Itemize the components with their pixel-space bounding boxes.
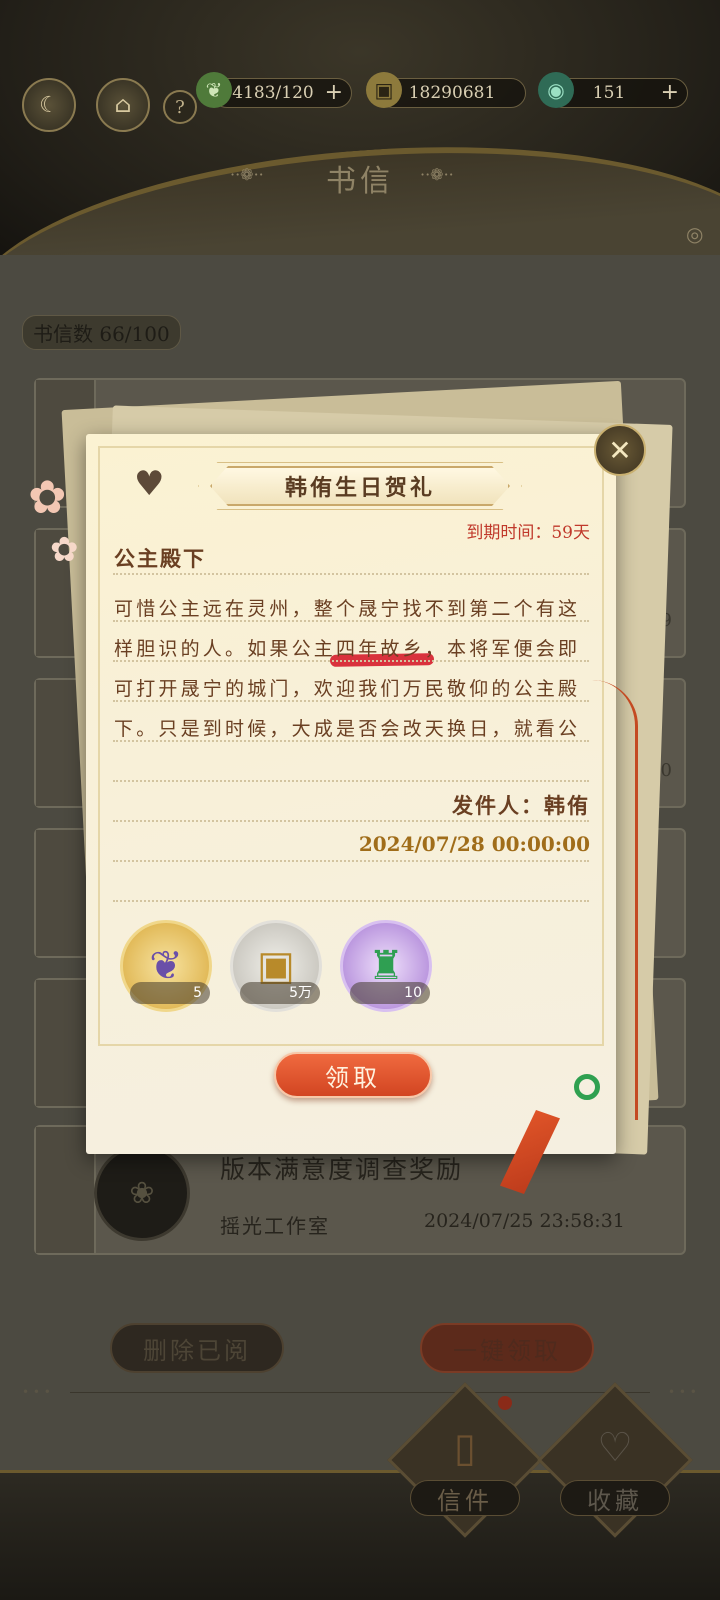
letter-door-icon: ▯ xyxy=(453,1425,476,1471)
jade-ring-icon xyxy=(574,1074,600,1100)
title-ornament-right-icon: ··❁·· xyxy=(420,165,454,184)
claim-all-button[interactable]: 一键领取 xyxy=(420,1323,594,1373)
letter-body-line: 下。只是到时候，大成是否会改天换日，就看公 xyxy=(114,718,581,740)
plum-blossom-icon: ✿ xyxy=(28,470,67,524)
tab-letters-label[interactable]: 信件 xyxy=(410,1480,520,1516)
palace-icon: ⌂ xyxy=(114,92,132,118)
notification-dot xyxy=(498,1396,512,1410)
ruled-line xyxy=(113,700,589,702)
letter-body-line: 可打开晟宁的城门，欢迎我们万民敬仰的公主殿 xyxy=(114,678,581,700)
reward-quantity: 10 xyxy=(350,982,430,1004)
moon-menu-button[interactable]: ☾ xyxy=(22,78,76,132)
divider xyxy=(70,1392,650,1393)
list-item-date: 2024/07/25 23:58:31 xyxy=(424,1210,625,1232)
coin-value: 18290681 xyxy=(408,83,496,103)
ruled-line xyxy=(113,660,589,662)
wax-seal-icon: ❀ xyxy=(94,1145,190,1241)
reward-quantity: 5 xyxy=(130,982,210,1004)
list-item-number: 0 xyxy=(660,760,672,781)
close-button[interactable]: ✕ xyxy=(594,424,646,476)
letter-body-line: 样胆识的人。如果公主四年故乡，本将军便会即 xyxy=(114,638,581,660)
copper-coin-icon: ▣ xyxy=(366,72,402,108)
divider-dots-icon: • • • xyxy=(22,1385,51,1399)
ruled-line xyxy=(113,740,589,742)
leaf-icon: ❦ xyxy=(196,72,232,108)
list-item-title: 版本满意度调查奖励 xyxy=(220,1155,464,1184)
list-item-sender: 摇光工作室 xyxy=(220,1214,330,1238)
tab-favorites-label[interactable]: 收藏 xyxy=(560,1480,670,1516)
stamina-resource: 4183/120 + xyxy=(212,78,352,108)
claim-button[interactable]: 领取 xyxy=(274,1052,432,1098)
stamina-add-button[interactable]: + xyxy=(325,80,343,105)
letter-sender: 发件人：韩侑 xyxy=(452,793,590,818)
tassel-cord xyxy=(592,680,638,1120)
heart-door-icon: ♡ xyxy=(597,1425,633,1471)
letter-body-line: 可惜公主远在灵州，整个晟宁找不到第二个有这 xyxy=(114,598,581,620)
letter-title: 韩侑生日贺礼 xyxy=(210,466,510,506)
page-title: 书信 xyxy=(326,164,394,199)
help-button[interactable]: ? xyxy=(163,90,197,124)
ruled-line xyxy=(113,620,589,622)
jade-value: 151 xyxy=(592,83,626,103)
delete-read-button[interactable]: 删除已阅 xyxy=(110,1323,284,1373)
ruled-line xyxy=(113,860,589,862)
ruled-line xyxy=(113,573,589,575)
settings-ring-icon[interactable]: ◎ xyxy=(686,222,703,246)
ruled-line xyxy=(113,900,589,902)
letter-salutation: 公主殿下 xyxy=(114,546,206,571)
expire-time: 到期时间：59天 xyxy=(466,523,590,543)
ruled-line xyxy=(113,820,589,822)
jade-add-button[interactable]: + xyxy=(661,80,679,105)
ruled-line xyxy=(113,780,589,782)
favorite-heart-icon[interactable]: ♥ xyxy=(134,464,164,504)
letter-date: 2024/07/28 00:00:00 xyxy=(358,832,590,856)
letter-count: 书信数 66/100 xyxy=(22,315,181,350)
close-icon: ✕ xyxy=(608,433,632,467)
moon-icon: ☾ xyxy=(39,92,59,118)
plum-blossom-icon: ✿ xyxy=(50,530,79,570)
jade-gem-icon: ◉ xyxy=(538,72,574,108)
divider-dots-icon: • • • xyxy=(668,1385,697,1399)
reward-quantity: 5万 xyxy=(240,982,320,1004)
palace-button[interactable]: ⌂ xyxy=(96,78,150,132)
stamina-value: 4183/120 xyxy=(232,83,314,103)
